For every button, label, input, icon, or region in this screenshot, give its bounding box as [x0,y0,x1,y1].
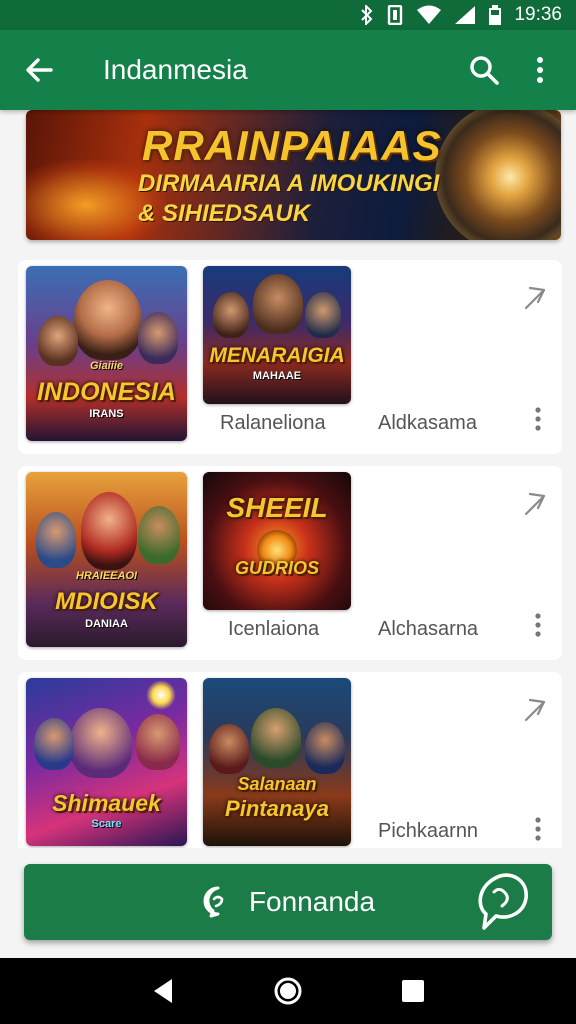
game-label: Icenlaiona [228,618,320,640]
game-art-subtitle: Scare [91,818,122,830]
content-list[interactable]: RRAINPAIAAS DIRMAAIRIA A IMOUKINGI & SIH… [0,110,576,958]
chat-icon [201,885,235,919]
game-art-subtitle: MAHAAE [252,370,302,382]
game-thumbnail[interactable]: Giaiiie INDONESIA IRANS [26,266,187,441]
game-art-top: Giaiiie [89,360,124,372]
bluetooth-icon [360,5,374,25]
app-bar: Indanmesia [0,30,576,110]
game-thumbnail[interactable]: Salanaan Pintanaya [203,678,351,846]
game-thumbnail[interactable]: SHEEIL GUDRIOS [203,472,351,610]
game-side-label: Pichkaarnn [378,820,479,842]
game-art-subtitle: DANIAA [85,618,128,630]
app-title: Indanmesia [103,54,248,85]
banner-title: RRAINPAIAAS [142,122,442,169]
vibrate-icon [386,5,404,25]
game-art-title: MENARAIGIA [209,344,345,367]
wifi-icon [416,5,442,25]
game-thumbnail[interactable]: MENARAIGIA MAHAAE [203,266,351,404]
banner-subtitle-line1: DIRMAAIRIA A IMOUKINGI [138,170,440,197]
nav-recents-icon[interactable] [393,971,433,1011]
nav-home-icon[interactable] [268,971,308,1011]
status-bar: 19:36 [0,0,576,30]
game-row-card: Giaiiie INDONESIA IRANS MENARAIGIA MAHAA… [18,260,562,454]
share-icon[interactable] [518,488,548,518]
game-art-title: INDONESIA [37,378,176,406]
fonnanda-button[interactable]: Fonnanda [24,864,552,940]
game-thumbnail[interactable]: Shimauek Scare [26,678,187,846]
game-art-title: SHEEIL [226,492,328,523]
game-art-title: Pintanaya [225,796,329,821]
game-thumbnail[interactable]: HRAIEEAOI MDIOISK DANIAA [26,472,187,647]
back-arrow-icon[interactable] [0,30,78,110]
fab-label: Fonnanda [248,886,376,917]
banner-gear-art [435,110,561,240]
share-icon[interactable] [518,694,548,724]
game-side-label: Alchasarna [378,618,479,640]
share-icon[interactable] [518,282,548,312]
game-art-title: Shimauek [52,790,161,816]
banner-subtitle-line2: & SIHIEDSAUK [138,200,311,227]
more-vert-icon[interactable] [528,610,548,640]
system-nav-bar [0,958,576,1024]
game-label: Ralaneliona [220,412,326,434]
game-side-label: Aldkasama [378,412,477,434]
whatsapp-icon[interactable] [470,870,532,941]
game-art-subtitle: IRANS [89,408,124,420]
game-row-card: HRAIEEAOI MDIOISK DANIAA SHEEIL GUDRIOS … [18,466,562,660]
status-time: 19:36 [514,4,562,25]
battery-icon [488,5,502,25]
promo-banner[interactable]: RRAINPAIAAS DIRMAAIRIA A IMOUKINGI & SIH… [26,110,561,240]
game-art-subtitle: GUDRIOS [234,558,319,578]
more-vert-icon[interactable] [528,404,548,434]
search-icon[interactable] [456,30,512,110]
more-vert-icon[interactable] [512,30,568,110]
game-art-title: MDIOISK [55,588,158,615]
game-art-top: HRAIEEAOI [75,570,138,582]
nav-back-icon[interactable] [143,971,183,1011]
signal-icon [454,5,476,25]
game-row-card: Shimauek Scare Salanaan Pintanaya Pichka… [18,672,562,866]
game-art-top: Salanaan [237,774,317,794]
more-vert-icon[interactable] [528,814,548,844]
